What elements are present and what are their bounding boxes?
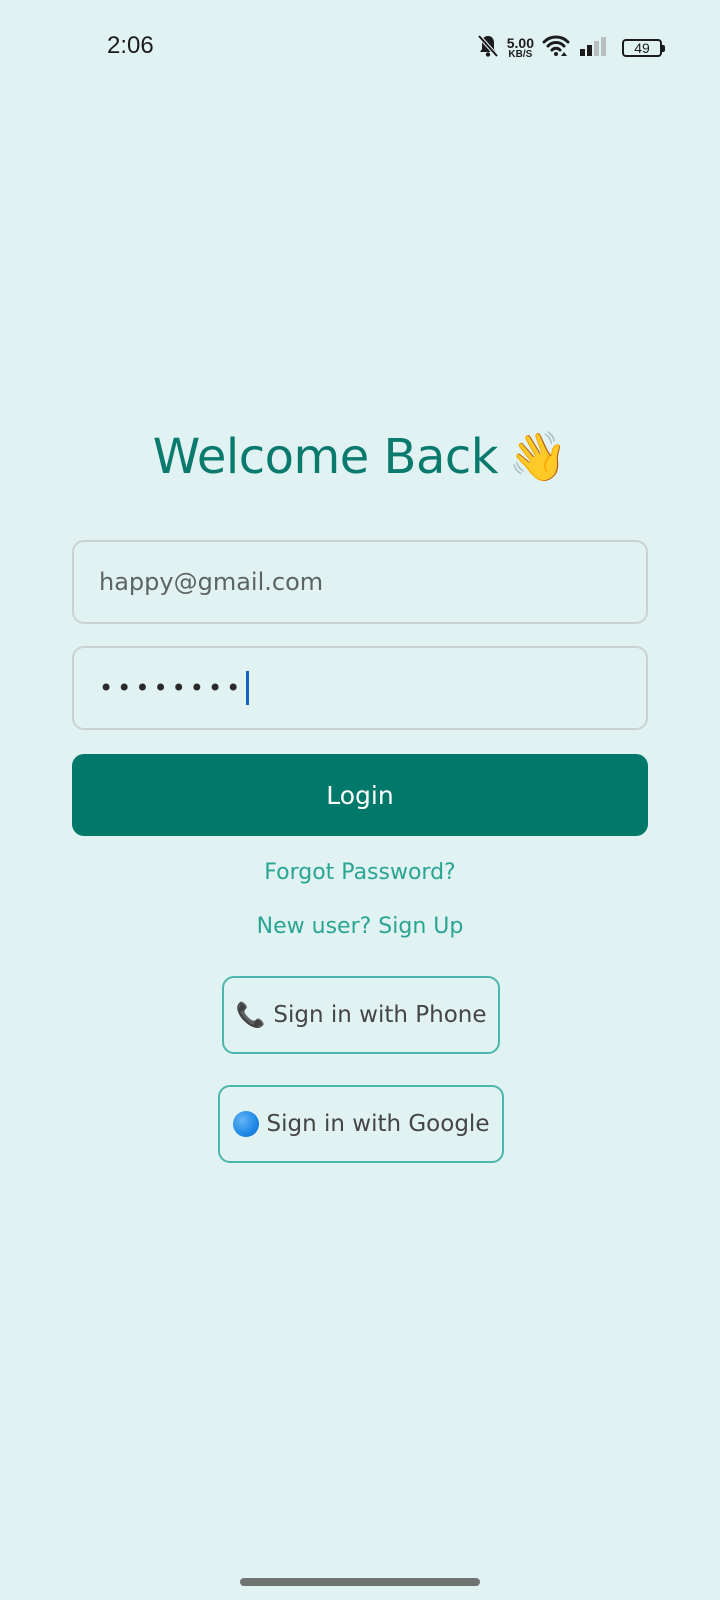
forgot-password-link[interactable]: Forgot Password?	[0, 860, 720, 885]
network-speed-value: 5.00	[506, 35, 534, 51]
bell-off-icon	[477, 34, 499, 62]
password-value: ••••••••	[99, 674, 245, 702]
sign-in-google-button[interactable]: Sign in with Google	[218, 1085, 504, 1163]
sign-up-link[interactable]: New user? Sign Up	[0, 914, 720, 939]
login-button[interactable]: Login	[72, 754, 648, 836]
title-text: Welcome Back	[152, 429, 499, 485]
status-time: 2:06	[107, 32, 154, 59]
waving-hand-icon: 👋	[508, 429, 568, 485]
wifi-icon	[542, 34, 570, 62]
blue-circle-icon	[232, 1111, 259, 1137]
network-speed-unit: KB/S	[508, 49, 533, 60]
login-button-label: Login	[326, 780, 394, 810]
home-indicator[interactable]	[240, 1578, 480, 1586]
sign-in-phone-label: Sign in with Phone	[273, 1002, 487, 1028]
status-bar: 2:06 5.00 KB/S 49	[0, 0, 720, 96]
email-value: happy@gmail.com	[99, 568, 324, 596]
page-title: Welcome Back 👋	[0, 428, 720, 485]
text-caret	[246, 671, 250, 705]
signal-icon	[578, 35, 608, 61]
status-icons: 5.00 KB/S 49	[477, 34, 665, 62]
email-field[interactable]: happy@gmail.com	[72, 540, 648, 624]
sign-in-phone-button[interactable]: 📞 Sign in with Phone	[222, 976, 500, 1054]
password-field[interactable]: ••••••••	[72, 646, 648, 730]
battery-icon: 49	[622, 39, 665, 57]
sign-in-google-label: Sign in with Google	[266, 1111, 490, 1137]
network-speed: 5.00 KB/S	[507, 36, 534, 60]
battery-level: 49	[634, 40, 650, 56]
phone-icon: 📞	[235, 1001, 266, 1029]
